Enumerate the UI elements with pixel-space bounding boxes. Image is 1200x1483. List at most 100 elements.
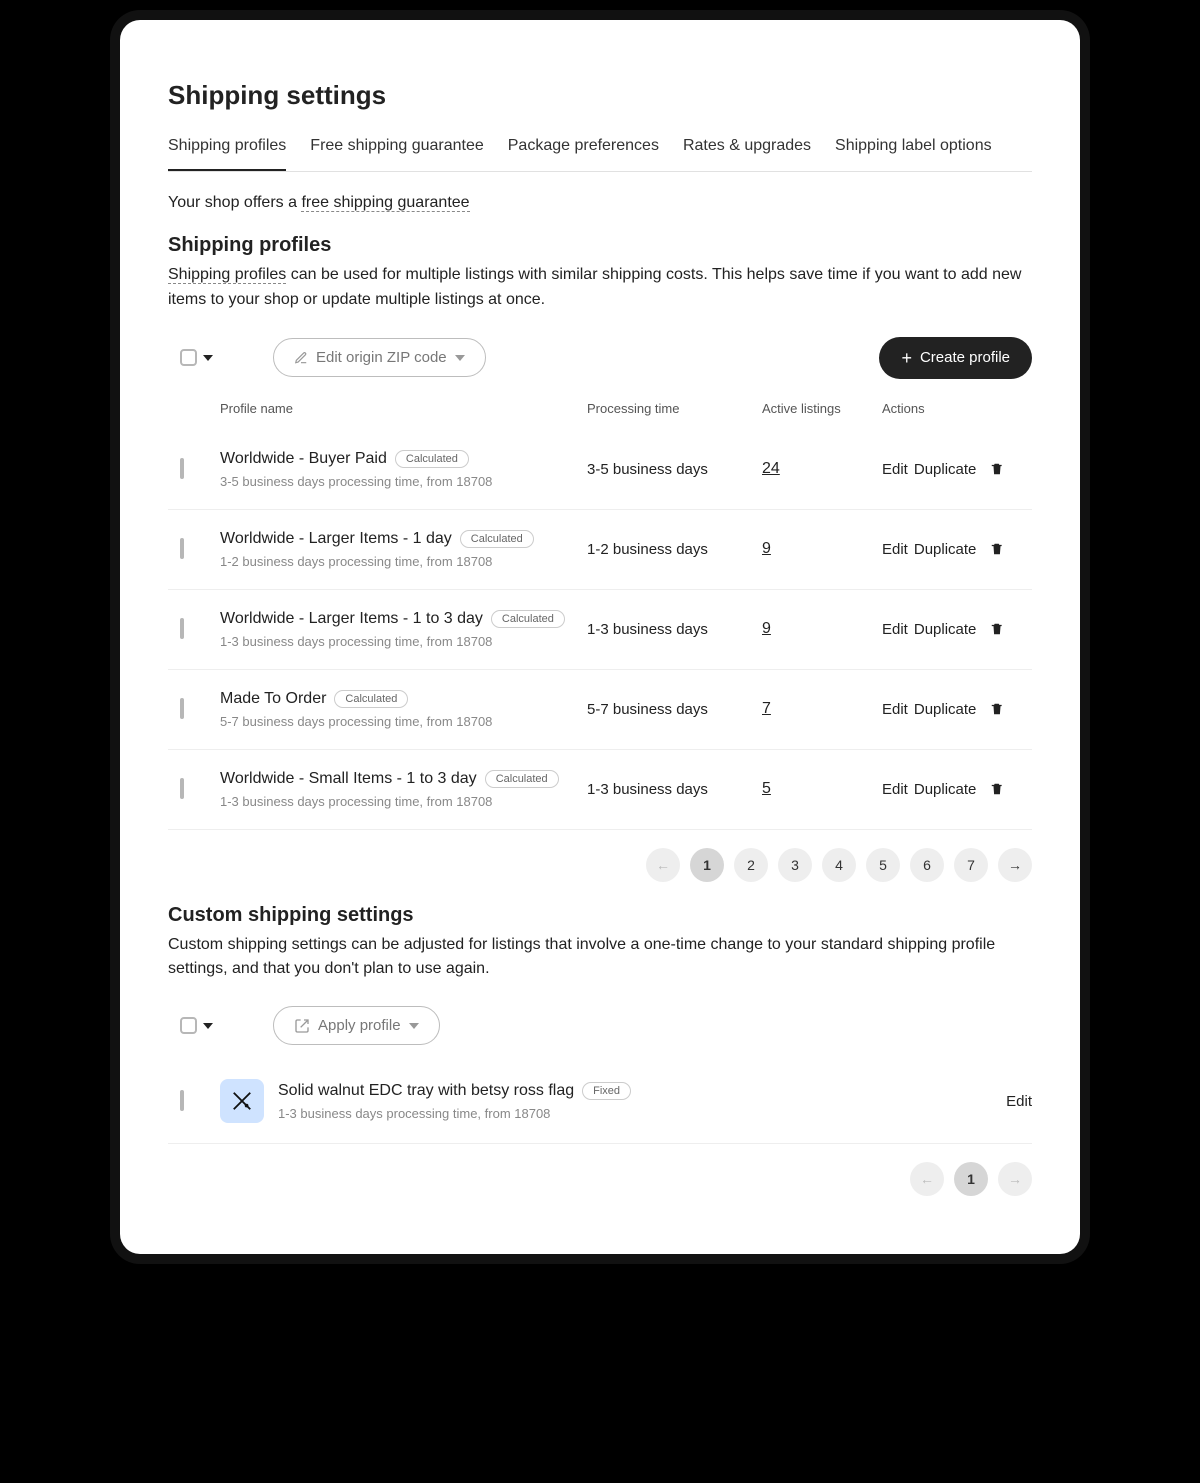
profiles-desc-link[interactable]: Shipping profiles	[168, 266, 286, 284]
pager-page-6[interactable]: 6	[910, 848, 944, 882]
free-shipping-link[interactable]: free shipping guarantee	[301, 194, 469, 212]
profile-name: Worldwide - Buyer Paid	[220, 450, 387, 467]
profiles-table: Profile name Processing time Active list…	[168, 393, 1032, 830]
edit-button[interactable]: Edit	[882, 781, 908, 798]
duplicate-button[interactable]: Duplicate	[914, 621, 977, 638]
pager-next: →	[998, 1162, 1032, 1196]
trash-icon[interactable]	[990, 781, 1004, 797]
edit-button[interactable]: Edit	[882, 621, 908, 638]
row-checkbox[interactable]	[180, 618, 184, 639]
calculated-badge: Calculated	[485, 770, 559, 788]
tab-shipping-profiles[interactable]: Shipping profiles	[168, 129, 286, 171]
processing-time: 3-5 business days	[587, 430, 762, 510]
pager-prev: ←	[910, 1162, 944, 1196]
duplicate-button[interactable]: Duplicate	[914, 461, 977, 478]
pager-page-4[interactable]: 4	[822, 848, 856, 882]
trash-icon[interactable]	[990, 541, 1004, 557]
profiles-toolbar: Edit origin ZIP code + Create profile	[168, 337, 1032, 379]
custom-row: Solid walnut EDC tray with betsy ross fl…	[168, 1059, 1032, 1144]
calculated-badge: Calculated	[460, 530, 534, 548]
free-shipping-notice: Your shop offers a free shipping guarant…	[168, 194, 1032, 212]
create-profile-button[interactable]: + Create profile	[879, 337, 1032, 379]
calculated-badge: Calculated	[395, 450, 469, 468]
edit-zip-button[interactable]: Edit origin ZIP code	[273, 338, 486, 377]
edit-button[interactable]: Edit	[882, 701, 908, 718]
profile-subline: 5-7 business days processing time, from …	[220, 714, 587, 729]
active-listings-link[interactable]: 9	[762, 540, 771, 557]
chevron-down-icon	[455, 355, 465, 361]
profile-row: Worldwide - Larger Items - 1 dayCalculat…	[168, 509, 1032, 589]
profile-name: Made To Order	[220, 690, 326, 707]
profiles-desc: Shipping profiles can be used for multip…	[168, 263, 1032, 313]
custom-table: Solid walnut EDC tray with betsy ross fl…	[168, 1059, 1032, 1144]
active-listings-link[interactable]: 9	[762, 620, 771, 637]
chevron-down-icon	[409, 1023, 419, 1029]
pager-page-7[interactable]: 7	[954, 848, 988, 882]
profile-name: Worldwide - Larger Items - 1 to 3 day	[220, 610, 483, 627]
custom-select-all-caret-icon[interactable]	[203, 1023, 213, 1029]
pager-page-5[interactable]: 5	[866, 848, 900, 882]
pager-prev: ←	[646, 848, 680, 882]
calculated-badge: Calculated	[334, 690, 408, 708]
processing-time: 1-3 business days	[587, 589, 762, 669]
pencil-icon	[294, 351, 308, 365]
col-processing-time: Processing time	[587, 393, 762, 430]
duplicate-button[interactable]: Duplicate	[914, 541, 977, 558]
profiles-pager: ← 1234567 →	[168, 848, 1032, 882]
tabs: Shipping profiles Free shipping guarantee…	[168, 129, 1032, 172]
active-listings-link[interactable]: 24	[762, 460, 780, 477]
profile-subline: 1-2 business days processing time, from …	[220, 554, 587, 569]
processing-time: 1-2 business days	[587, 509, 762, 589]
profile-subline: 3-5 business days processing time, from …	[220, 474, 587, 489]
tab-free-shipping-guarantee[interactable]: Free shipping guarantee	[310, 129, 483, 171]
pager-page-1[interactable]: 1	[690, 848, 724, 882]
select-all-checkbox[interactable]	[180, 349, 197, 366]
edit-button[interactable]: Edit	[882, 541, 908, 558]
edit-zip-label: Edit origin ZIP code	[316, 349, 447, 366]
profile-row: Worldwide - Larger Items - 1 to 3 day Cal…	[168, 589, 1032, 669]
edit-button[interactable]: Edit	[1006, 1093, 1032, 1110]
pager-page-3[interactable]: 3	[778, 848, 812, 882]
row-checkbox[interactable]	[180, 538, 184, 559]
row-checkbox[interactable]	[180, 698, 184, 719]
custom-select-all-checkbox[interactable]	[180, 1017, 197, 1034]
profiles-desc-rest: can be used for multiple listings with s…	[168, 266, 1021, 308]
duplicate-button[interactable]: Duplicate	[914, 701, 977, 718]
profile-subline: 1-3 business days processing time, from …	[220, 634, 587, 649]
custom-subline: 1-3 business days processing time, from …	[278, 1106, 631, 1121]
notice-prefix: Your shop offers a	[168, 194, 301, 211]
calculated-badge: Calculated	[491, 610, 565, 628]
pager-next[interactable]: →	[998, 848, 1032, 882]
plus-icon: +	[901, 349, 912, 367]
col-actions: Actions	[882, 393, 1032, 430]
active-listings-link[interactable]: 5	[762, 780, 771, 797]
trash-icon[interactable]	[990, 461, 1004, 477]
pager-page-1[interactable]: 1	[954, 1162, 988, 1196]
duplicate-button[interactable]: Duplicate	[914, 781, 977, 798]
processing-time: 5-7 business days	[587, 669, 762, 749]
trash-icon[interactable]	[990, 701, 1004, 717]
profile-row: Worldwide - Small Items - 1 to 3 day Calc…	[168, 749, 1032, 829]
edit-button[interactable]: Edit	[882, 461, 908, 478]
active-listings-link[interactable]: 7	[762, 700, 771, 717]
processing-time: 1-3 business days	[587, 749, 762, 829]
profile-name: Worldwide - Small Items - 1 to 3 day	[220, 770, 477, 787]
row-checkbox[interactable]	[180, 778, 184, 799]
listing-thumbnail	[220, 1079, 264, 1123]
col-active-listings: Active listings	[762, 393, 882, 430]
tab-rates-upgrades[interactable]: Rates & upgrades	[683, 129, 811, 171]
apply-profile-label: Apply profile	[318, 1017, 401, 1034]
custom-listing-name: Solid walnut EDC tray with betsy ross fl…	[278, 1082, 574, 1099]
profiles-heading: Shipping profiles	[168, 234, 1032, 257]
profile-row: Worldwide - Buyer Paid Calculated 3-5 busi…	[168, 430, 1032, 510]
tab-package-preferences[interactable]: Package preferences	[508, 129, 659, 171]
select-all-caret-icon[interactable]	[203, 355, 213, 361]
tab-shipping-label-options[interactable]: Shipping label options	[835, 129, 992, 171]
apply-profile-button[interactable]: Apply profile	[273, 1006, 440, 1045]
custom-desc: Custom shipping settings can be adjusted…	[168, 933, 1032, 983]
profile-row: Made To Order Calculated 5-7 business days…	[168, 669, 1032, 749]
row-checkbox[interactable]	[180, 458, 184, 479]
trash-icon[interactable]	[990, 621, 1004, 637]
pager-page-2[interactable]: 2	[734, 848, 768, 882]
row-checkbox[interactable]	[180, 1090, 184, 1111]
